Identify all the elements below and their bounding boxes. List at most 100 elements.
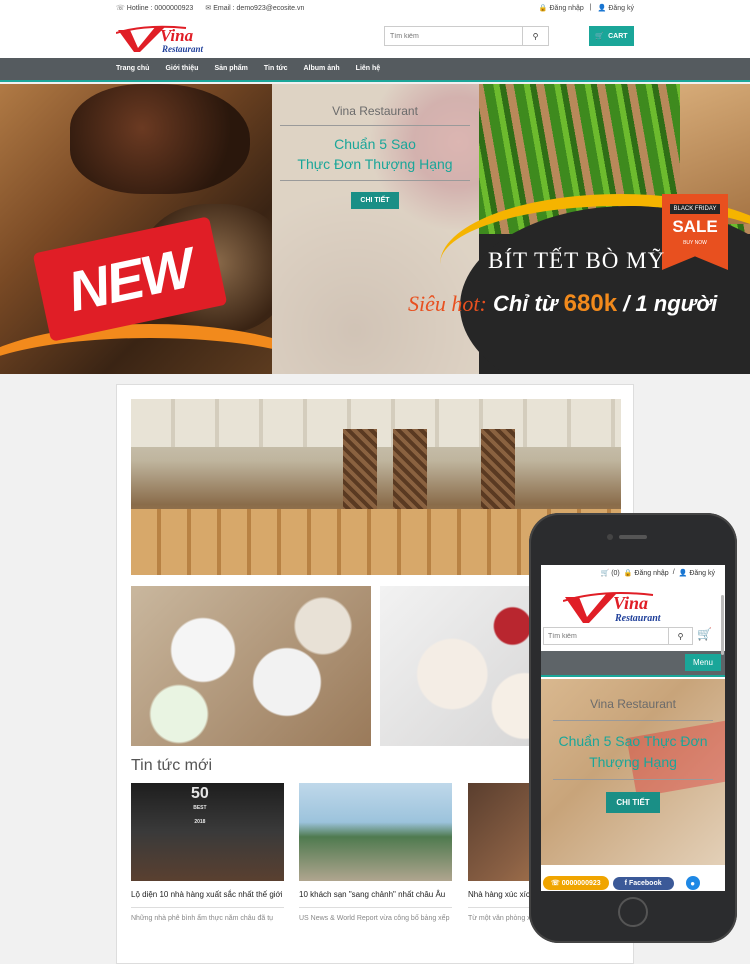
sale-bottom-text: BUY NOW: [683, 240, 707, 246]
nav-item-news[interactable]: Tin tức: [264, 65, 288, 72]
mobile-hero: Vina Restaurant Chuẩn 5 Sao Thực Đơn Thư…: [541, 679, 725, 865]
mobile-hotline-text: 0000000923: [561, 880, 601, 887]
logo-text: Vina: [160, 26, 194, 45]
badge-year: 2018: [194, 819, 206, 825]
facebook-icon: f: [624, 879, 627, 887]
lock-icon: 🔒: [623, 570, 633, 577]
beef-title: BÍT TẾT BÒ MỸ: [488, 248, 666, 273]
register-link[interactable]: 👤 Đăng ký: [598, 4, 634, 12]
top-bar: ☏ Hotline : 0000000923 ✉ Email : demo923@e…: [0, 0, 750, 18]
mobile-hotline-button[interactable]: ☏ 0000000923: [543, 876, 609, 890]
cart-label: CART: [608, 32, 628, 40]
news-card[interactable]: 50 BEST 2018 Lộ diện 10 nhà hàng xuất sắc …: [131, 783, 284, 924]
logo-subtext: Restaurant: [161, 44, 204, 54]
main-nav: Trang chủ Giới thiệu Sản phẩm Tin tức Al…: [0, 58, 750, 82]
messenger-icon[interactable]: ●: [685, 876, 700, 890]
steak-piece: [70, 84, 250, 194]
mobile-hero-title: Chuẩn 5 Sao Thực Đơn Thượng Hạng: [553, 731, 713, 780]
mobile-logo-subtext: Restaurant: [614, 613, 662, 624]
mobile-screen: 🛒 (0) 🔒 Đăng nhập / 👤 Đăng ký Vina Resta…: [541, 565, 725, 891]
lock-icon: 🔒: [538, 5, 548, 12]
news-thumbnail[interactable]: 50 BEST 2018: [131, 783, 284, 881]
email: ✉ Email : demo923@ecosite.vn: [205, 4, 304, 12]
topbar-separator: |: [589, 4, 592, 11]
news-title[interactable]: 10 khách sạn "sang chảnh" nhất châu Âu: [299, 889, 452, 908]
user-plus-icon: 👤: [678, 570, 688, 577]
promo-from: Chỉ từ: [492, 291, 558, 316]
promo-text: Siêu hot: Chỉ từ 680k / 1 người: [408, 290, 717, 318]
mobile-cart-count-text: (0): [611, 570, 620, 577]
badge-number: 50: [191, 785, 209, 802]
news-card[interactable]: 10 khách sạn "sang chảnh" nhất châu Âu U…: [299, 783, 452, 924]
sale-top-text: BLACK FRIDAY: [670, 204, 720, 214]
mobile-scrollbar[interactable]: [721, 595, 724, 655]
mobile-login-label: Đăng nhập: [634, 570, 669, 577]
mobile-cart-icon[interactable]: 🛒: [697, 627, 717, 645]
envelope-icon: ✉: [205, 5, 212, 12]
mobile-menu-button[interactable]: Menu: [684, 654, 721, 671]
nav-item-about[interactable]: Giới thiệu: [165, 65, 198, 72]
news-title[interactable]: Lộ diện 10 nhà hàng xuất sắc nhất thế gi…: [131, 889, 284, 908]
header: Vina Restaurant ⚲ 🛒 CART: [0, 18, 750, 58]
mobile-facebook-button[interactable]: f Facebook: [612, 876, 674, 890]
mobile-facebook-text: Facebook: [628, 879, 662, 887]
cart-button[interactable]: 🛒 CART: [589, 26, 634, 46]
phone-icon: ☏: [116, 5, 125, 12]
mobile-search-box: ⚲: [543, 627, 693, 645]
hero-detail-button[interactable]: CHI TIẾT: [351, 192, 399, 209]
mobile-logo[interactable]: Vina Restaurant: [563, 589, 695, 625]
promo-price: 680k: [563, 290, 618, 317]
hero-brand: Vina Restaurant: [280, 104, 470, 126]
nav-item-contact[interactable]: Liên hệ: [356, 65, 381, 72]
mobile-hero-caption: Vina Restaurant Chuẩn 5 Sao Thực Đơn Thư…: [553, 697, 713, 813]
news-description: US News & World Report vừa công bố bảng …: [299, 915, 450, 922]
cart-icon: 🛒: [595, 33, 605, 40]
mobile-search-button[interactable]: ⚲: [668, 628, 692, 644]
phone-camera: [607, 534, 613, 540]
mobile-search-input[interactable]: [544, 628, 668, 644]
promo-per-person: / 1 người: [623, 291, 718, 316]
search-box: ⚲: [384, 26, 549, 46]
mobile-hero-brand: Vina Restaurant: [553, 697, 713, 721]
mobile-nav: Menu: [541, 651, 725, 677]
mobile-logo-text: Vina: [613, 593, 648, 613]
sale-main-text: SALE: [672, 217, 718, 236]
hotline: ☏ Hotline : 0000000923: [116, 4, 193, 12]
news-description: Những nhà phê bình ẩm thực nằm châu đã t…: [131, 915, 274, 922]
search-icon: ⚲: [677, 631, 684, 641]
hero-title-line1: Chuẩn 5 Sao: [334, 136, 416, 152]
phone-mockup: 🛒 (0) 🔒 Đăng nhập / 👤 Đăng ký Vina Resta…: [529, 513, 737, 943]
mobile-cart-count[interactable]: 🛒 (0): [601, 569, 620, 581]
nav-item-products[interactable]: Sản phẩm: [214, 65, 247, 72]
mobile-top-bar: 🛒 (0) 🔒 Đăng nhập / 👤 Đăng ký: [541, 565, 725, 581]
phone-speaker: [619, 535, 647, 539]
hero-banner: NEW BLACK FRIDAY SALE BUY NOW BÍT TẾT BÒ…: [0, 84, 750, 374]
news-thumbnail[interactable]: [299, 783, 452, 881]
phone-home-button: [618, 897, 648, 927]
phone-icon: ☏: [551, 880, 560, 887]
mobile-login-link[interactable]: 🔒 Đăng nhập: [624, 569, 669, 581]
nav-item-album[interactable]: Album ảnh: [304, 65, 340, 72]
mobile-detail-button[interactable]: CHI TIẾT: [606, 792, 660, 813]
login-link[interactable]: 🔒 Đăng nhập: [539, 4, 584, 12]
search-button[interactable]: ⚲: [522, 27, 548, 45]
mobile-register-label: Đăng ký: [689, 570, 715, 577]
register-label: Đăng ký: [608, 5, 634, 12]
best-restaurants-badge: 50 BEST 2018: [191, 785, 209, 829]
user-plus-icon: 👤: [597, 5, 607, 12]
search-icon: ⚲: [532, 31, 539, 41]
hotline-text: Hotline : 0000000923: [126, 5, 194, 12]
food-platter-image: [131, 586, 371, 746]
news-section-title: Tin tức mới: [131, 757, 213, 774]
search-input[interactable]: [385, 27, 522, 45]
new-badge-text: NEW: [62, 235, 198, 323]
mobile-register-link[interactable]: 👤 Đăng ký: [679, 569, 715, 581]
nav-item-home[interactable]: Trang chủ: [116, 65, 149, 72]
mobile-separator: /: [672, 569, 675, 576]
promo-hot: Siêu hot:: [408, 291, 487, 316]
login-label: Đăng nhập: [549, 5, 584, 12]
mobile-footer-bar: ☏ 0000000923 f Facebook ●: [541, 875, 725, 891]
hero-title-line2: Thực Đơn Thượng Hạng: [280, 156, 470, 181]
site-logo[interactable]: Vina Restaurant: [116, 24, 234, 54]
hero-caption: Vina Restaurant Chuẩn 5 Sao Thực Đơn Thư…: [280, 104, 470, 209]
